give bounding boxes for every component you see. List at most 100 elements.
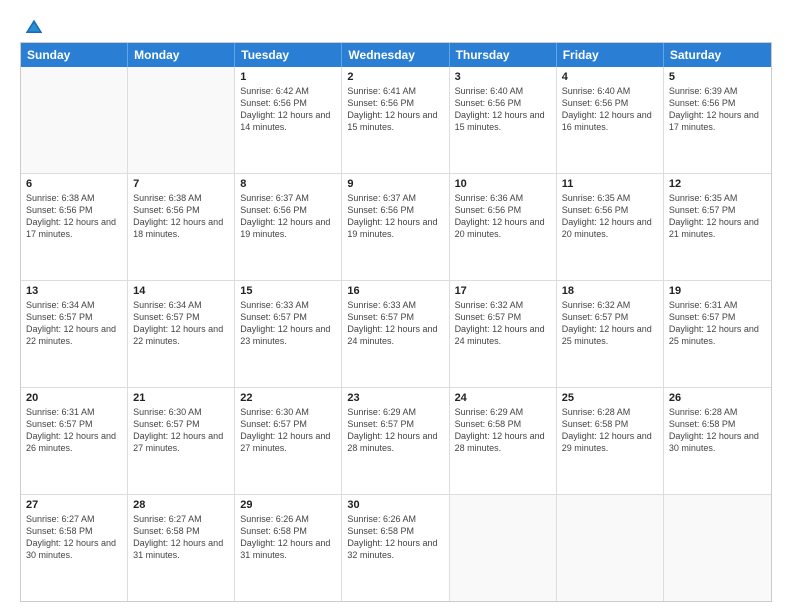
empty-cell [21, 67, 128, 173]
day-number: 7 [133, 178, 229, 190]
calendar-body: 1Sunrise: 6:42 AM Sunset: 6:56 PM Daylig… [21, 67, 771, 601]
day-cell-5: 5 Sunrise: 6:39 AM Sunset: 6:56 PM Daylig… [664, 67, 771, 173]
day-info: Sunrise: 6:27 AM Sunset: 6:58 PM Dayligh… [26, 514, 116, 560]
day-number: 3 [455, 71, 551, 83]
day-info: Sunrise: 6:29 AM Sunset: 6:57 PM Dayligh… [347, 407, 437, 453]
day-number: 15 [240, 285, 336, 297]
day-number: 27 [26, 499, 122, 511]
calendar-row-4: 20 Sunrise: 6:31 AM Sunset: 6:57 PM Dayli… [21, 388, 771, 495]
day-number: 9 [347, 178, 443, 190]
day-cell-26: 26 Sunrise: 6:28 AM Sunset: 6:58 PM Dayli… [664, 388, 771, 494]
calendar-row-3: 13 Sunrise: 6:34 AM Sunset: 6:57 PM Dayli… [21, 281, 771, 388]
day-info: Sunrise: 6:28 AM Sunset: 6:58 PM Dayligh… [562, 407, 652, 453]
day-number: 18 [562, 285, 658, 297]
day-number: 4 [562, 71, 658, 83]
day-cell-25: 25 Sunrise: 6:28 AM Sunset: 6:58 PM Dayli… [557, 388, 664, 494]
day-number: 19 [669, 285, 766, 297]
header-day-tuesday: Tuesday [235, 43, 342, 67]
day-number: 2 [347, 71, 443, 83]
day-number: 26 [669, 392, 766, 404]
day-cell-19: 19 Sunrise: 6:31 AM Sunset: 6:57 PM Dayli… [664, 281, 771, 387]
header-day-friday: Friday [557, 43, 664, 67]
day-info: Sunrise: 6:32 AM Sunset: 6:57 PM Dayligh… [562, 300, 652, 346]
day-cell-21: 21 Sunrise: 6:30 AM Sunset: 6:57 PM Dayli… [128, 388, 235, 494]
day-cell-16: 16Sunrise: 6:33 AM Sunset: 6:57 PM Dayli… [342, 281, 449, 387]
day-number: 5 [669, 71, 766, 83]
day-cell-17: 17 Sunrise: 6:32 AM Sunset: 6:57 PM Dayli… [450, 281, 557, 387]
day-info: Sunrise: 6:41 AM Sunset: 6:56 PM Dayligh… [347, 86, 437, 132]
day-cell-9: 9 Sunrise: 6:37 AM Sunset: 6:56 PM Daylig… [342, 174, 449, 280]
day-cell-20: 20 Sunrise: 6:31 AM Sunset: 6:57 PM Dayli… [21, 388, 128, 494]
day-info: Sunrise: 6:33 AM Sunset: 6:57 PM Dayligh… [347, 300, 437, 346]
day-cell-10: 10 Sunrise: 6:36 AM Sunset: 6:56 PM Dayli… [450, 174, 557, 280]
day-cell-1: 1Sunrise: 6:42 AM Sunset: 6:56 PM Daylig… [235, 67, 342, 173]
header-day-wednesday: Wednesday [342, 43, 449, 67]
day-info: Sunrise: 6:35 AM Sunset: 6:56 PM Dayligh… [562, 193, 652, 239]
calendar-row-1: 1Sunrise: 6:42 AM Sunset: 6:56 PM Daylig… [21, 67, 771, 174]
day-info: Sunrise: 6:28 AM Sunset: 6:58 PM Dayligh… [669, 407, 759, 453]
header-day-monday: Monday [128, 43, 235, 67]
empty-cell [557, 495, 664, 601]
day-number: 24 [455, 392, 551, 404]
day-number: 30 [347, 499, 443, 511]
day-number: 17 [455, 285, 551, 297]
empty-cell [450, 495, 557, 601]
day-cell-13: 13 Sunrise: 6:34 AM Sunset: 6:57 PM Dayli… [21, 281, 128, 387]
day-info: Sunrise: 6:32 AM Sunset: 6:57 PM Dayligh… [455, 300, 545, 346]
header [20, 18, 772, 32]
day-cell-2: 2 Sunrise: 6:41 AM Sunset: 6:56 PM Daylig… [342, 67, 449, 173]
day-info: Sunrise: 6:30 AM Sunset: 6:57 PM Dayligh… [240, 407, 330, 453]
day-cell-4: 4 Sunrise: 6:40 AM Sunset: 6:56 PM Daylig… [557, 67, 664, 173]
day-cell-6: 6 Sunrise: 6:38 AM Sunset: 6:56 PM Daylig… [21, 174, 128, 280]
day-cell-15: 15 Sunrise: 6:33 AM Sunset: 6:57 PM Dayli… [235, 281, 342, 387]
day-cell-3: 3 Sunrise: 6:40 AM Sunset: 6:56 PM Daylig… [450, 67, 557, 173]
day-number: 11 [562, 178, 658, 190]
day-info: Sunrise: 6:27 AM Sunset: 6:58 PM Dayligh… [133, 514, 223, 560]
day-number: 12 [669, 178, 766, 190]
day-cell-22: 22 Sunrise: 6:30 AM Sunset: 6:57 PM Dayli… [235, 388, 342, 494]
day-info: Sunrise: 6:31 AM Sunset: 6:57 PM Dayligh… [26, 407, 116, 453]
empty-cell [664, 495, 771, 601]
day-number: 6 [26, 178, 122, 190]
day-number: 29 [240, 499, 336, 511]
calendar-row-5: 27 Sunrise: 6:27 AM Sunset: 6:58 PM Dayli… [21, 495, 771, 601]
day-cell-18: 18 Sunrise: 6:32 AM Sunset: 6:57 PM Dayli… [557, 281, 664, 387]
day-cell-8: 8Sunrise: 6:37 AM Sunset: 6:56 PM Daylig… [235, 174, 342, 280]
day-cell-14: 14 Sunrise: 6:34 AM Sunset: 6:57 PM Dayli… [128, 281, 235, 387]
day-cell-12: 12Sunrise: 6:35 AM Sunset: 6:57 PM Dayli… [664, 174, 771, 280]
calendar-header: SundayMondayTuesdayWednesdayThursdayFrid… [21, 43, 771, 67]
day-info: Sunrise: 6:39 AM Sunset: 6:56 PM Dayligh… [669, 86, 759, 132]
day-info: Sunrise: 6:34 AM Sunset: 6:57 PM Dayligh… [133, 300, 223, 346]
day-info: Sunrise: 6:36 AM Sunset: 6:56 PM Dayligh… [455, 193, 545, 239]
day-info: Sunrise: 6:40 AM Sunset: 6:56 PM Dayligh… [562, 86, 652, 132]
day-info: Sunrise: 6:30 AM Sunset: 6:57 PM Dayligh… [133, 407, 223, 453]
day-number: 14 [133, 285, 229, 297]
day-info: Sunrise: 6:40 AM Sunset: 6:56 PM Dayligh… [455, 86, 545, 132]
empty-cell [128, 67, 235, 173]
day-info: Sunrise: 6:37 AM Sunset: 6:56 PM Dayligh… [347, 193, 437, 239]
logo [20, 18, 46, 32]
day-number: 13 [26, 285, 122, 297]
day-cell-27: 27 Sunrise: 6:27 AM Sunset: 6:58 PM Dayli… [21, 495, 128, 601]
day-cell-11: 11 Sunrise: 6:35 AM Sunset: 6:56 PM Dayli… [557, 174, 664, 280]
day-cell-28: 28 Sunrise: 6:27 AM Sunset: 6:58 PM Dayli… [128, 495, 235, 601]
header-day-sunday: Sunday [21, 43, 128, 67]
day-number: 25 [562, 392, 658, 404]
day-cell-29: 29Sunrise: 6:26 AM Sunset: 6:58 PM Dayli… [235, 495, 342, 601]
day-number: 23 [347, 392, 443, 404]
logo-icon [24, 18, 44, 38]
day-info: Sunrise: 6:38 AM Sunset: 6:56 PM Dayligh… [133, 193, 223, 239]
day-cell-30: 30 Sunrise: 6:26 AM Sunset: 6:58 PM Dayli… [342, 495, 449, 601]
header-day-saturday: Saturday [664, 43, 771, 67]
day-info: Sunrise: 6:33 AM Sunset: 6:57 PM Dayligh… [240, 300, 330, 346]
day-info: Sunrise: 6:38 AM Sunset: 6:56 PM Dayligh… [26, 193, 116, 239]
day-number: 22 [240, 392, 336, 404]
day-info: Sunrise: 6:26 AM Sunset: 6:58 PM Dayligh… [347, 514, 437, 560]
day-info: Sunrise: 6:34 AM Sunset: 6:57 PM Dayligh… [26, 300, 116, 346]
day-number: 21 [133, 392, 229, 404]
day-number: 20 [26, 392, 122, 404]
day-number: 28 [133, 499, 229, 511]
calendar-row-2: 6 Sunrise: 6:38 AM Sunset: 6:56 PM Daylig… [21, 174, 771, 281]
day-number: 10 [455, 178, 551, 190]
day-info: Sunrise: 6:31 AM Sunset: 6:57 PM Dayligh… [669, 300, 759, 346]
